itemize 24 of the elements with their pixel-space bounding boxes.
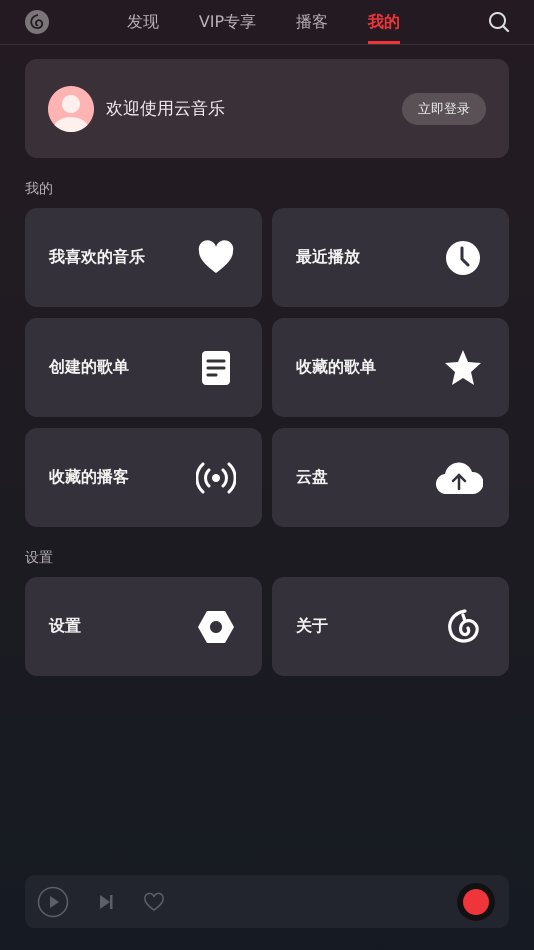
menu-tile[interactable]: 关于	[272, 577, 509, 676]
avatar	[48, 86, 94, 132]
nav-tab[interactable]: 发现	[126, 0, 159, 44]
section-title: 设置	[25, 549, 54, 567]
welcome-text: 欢迎使用云音乐	[106, 98, 226, 120]
play-icon[interactable]	[37, 886, 69, 918]
menu-tile[interactable]: 我喜欢的音乐	[25, 208, 262, 307]
app-logo[interactable]	[25, 10, 49, 34]
menu-tile[interactable]: 云盘	[272, 428, 509, 527]
menu-tile[interactable]: 收藏的歌单	[272, 318, 509, 417]
menu-tile[interactable]: 收藏的播客	[25, 428, 262, 527]
star-icon	[443, 348, 483, 388]
nav-tab[interactable]: VIP专享	[198, 0, 256, 44]
login-button[interactable]: 立即登录	[402, 92, 486, 124]
skip-next-icon[interactable]	[97, 892, 115, 910]
nav-tab[interactable]: 播客	[296, 0, 328, 44]
section-title: 我的	[25, 180, 54, 198]
search-icon[interactable]	[488, 11, 510, 33]
heart-icon[interactable]	[143, 892, 165, 912]
album-disc[interactable]	[457, 883, 495, 921]
menu-tile[interactable]: 创建的歌单	[25, 318, 262, 417]
menu-tile[interactable]: 设置	[25, 577, 262, 676]
nav-tab[interactable]: 我的	[368, 0, 400, 44]
menu-tile[interactable]: 最近播放	[272, 208, 509, 307]
